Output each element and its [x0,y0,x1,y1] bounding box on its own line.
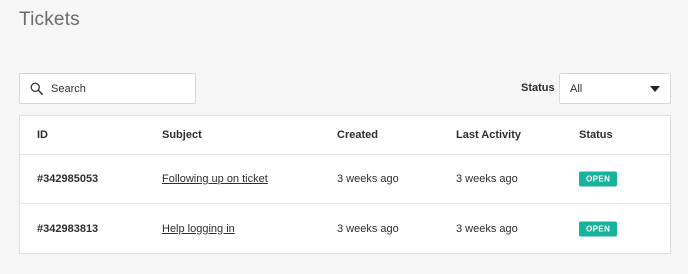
ticket-created: 3 weeks ago [337,173,399,185]
column-header-status[interactable]: Status [579,129,613,141]
column-header-id[interactable]: ID [37,129,48,141]
search-input[interactable] [51,82,191,95]
table-header-row: ID Subject Created Last Activity Status [20,116,670,155]
ticket-created: 3 weeks ago [337,222,399,235]
status-badge: OPEN [579,221,618,236]
chevron-down-icon [650,85,660,92]
ticket-subject-link[interactable]: Following up on ticket [162,173,268,185]
table-row[interactable]: #342985053 Following up on ticket 3 week… [20,155,670,204]
search-box[interactable] [19,73,196,104]
page-title: Tickets [19,9,80,30]
ticket-last-activity: 3 weeks ago [456,173,518,185]
column-header-last-activity[interactable]: Last Activity [456,129,521,141]
status-cell: OPEN [579,221,618,236]
table-row[interactable]: #342983813 Help logging in 3 weeks ago 3… [20,204,670,253]
ticket-id: #342983813 [37,222,99,235]
status-filter-label: Status [521,82,555,94]
status-badge: OPEN [579,171,618,187]
ticket-subject-link[interactable]: Help logging in [162,223,235,235]
column-header-created[interactable]: Created [337,129,378,141]
status-filter-select[interactable]: All [559,73,671,104]
status-filter-value: All [570,82,583,95]
ticket-id: #342985053 [37,173,99,185]
column-header-subject[interactable]: Subject [162,129,202,141]
search-icon [30,82,43,95]
tickets-table: ID Subject Created Last Activity Status … [19,115,671,254]
ticket-last-activity: 3 weeks ago [456,222,518,235]
status-cell: OPEN [579,171,618,187]
